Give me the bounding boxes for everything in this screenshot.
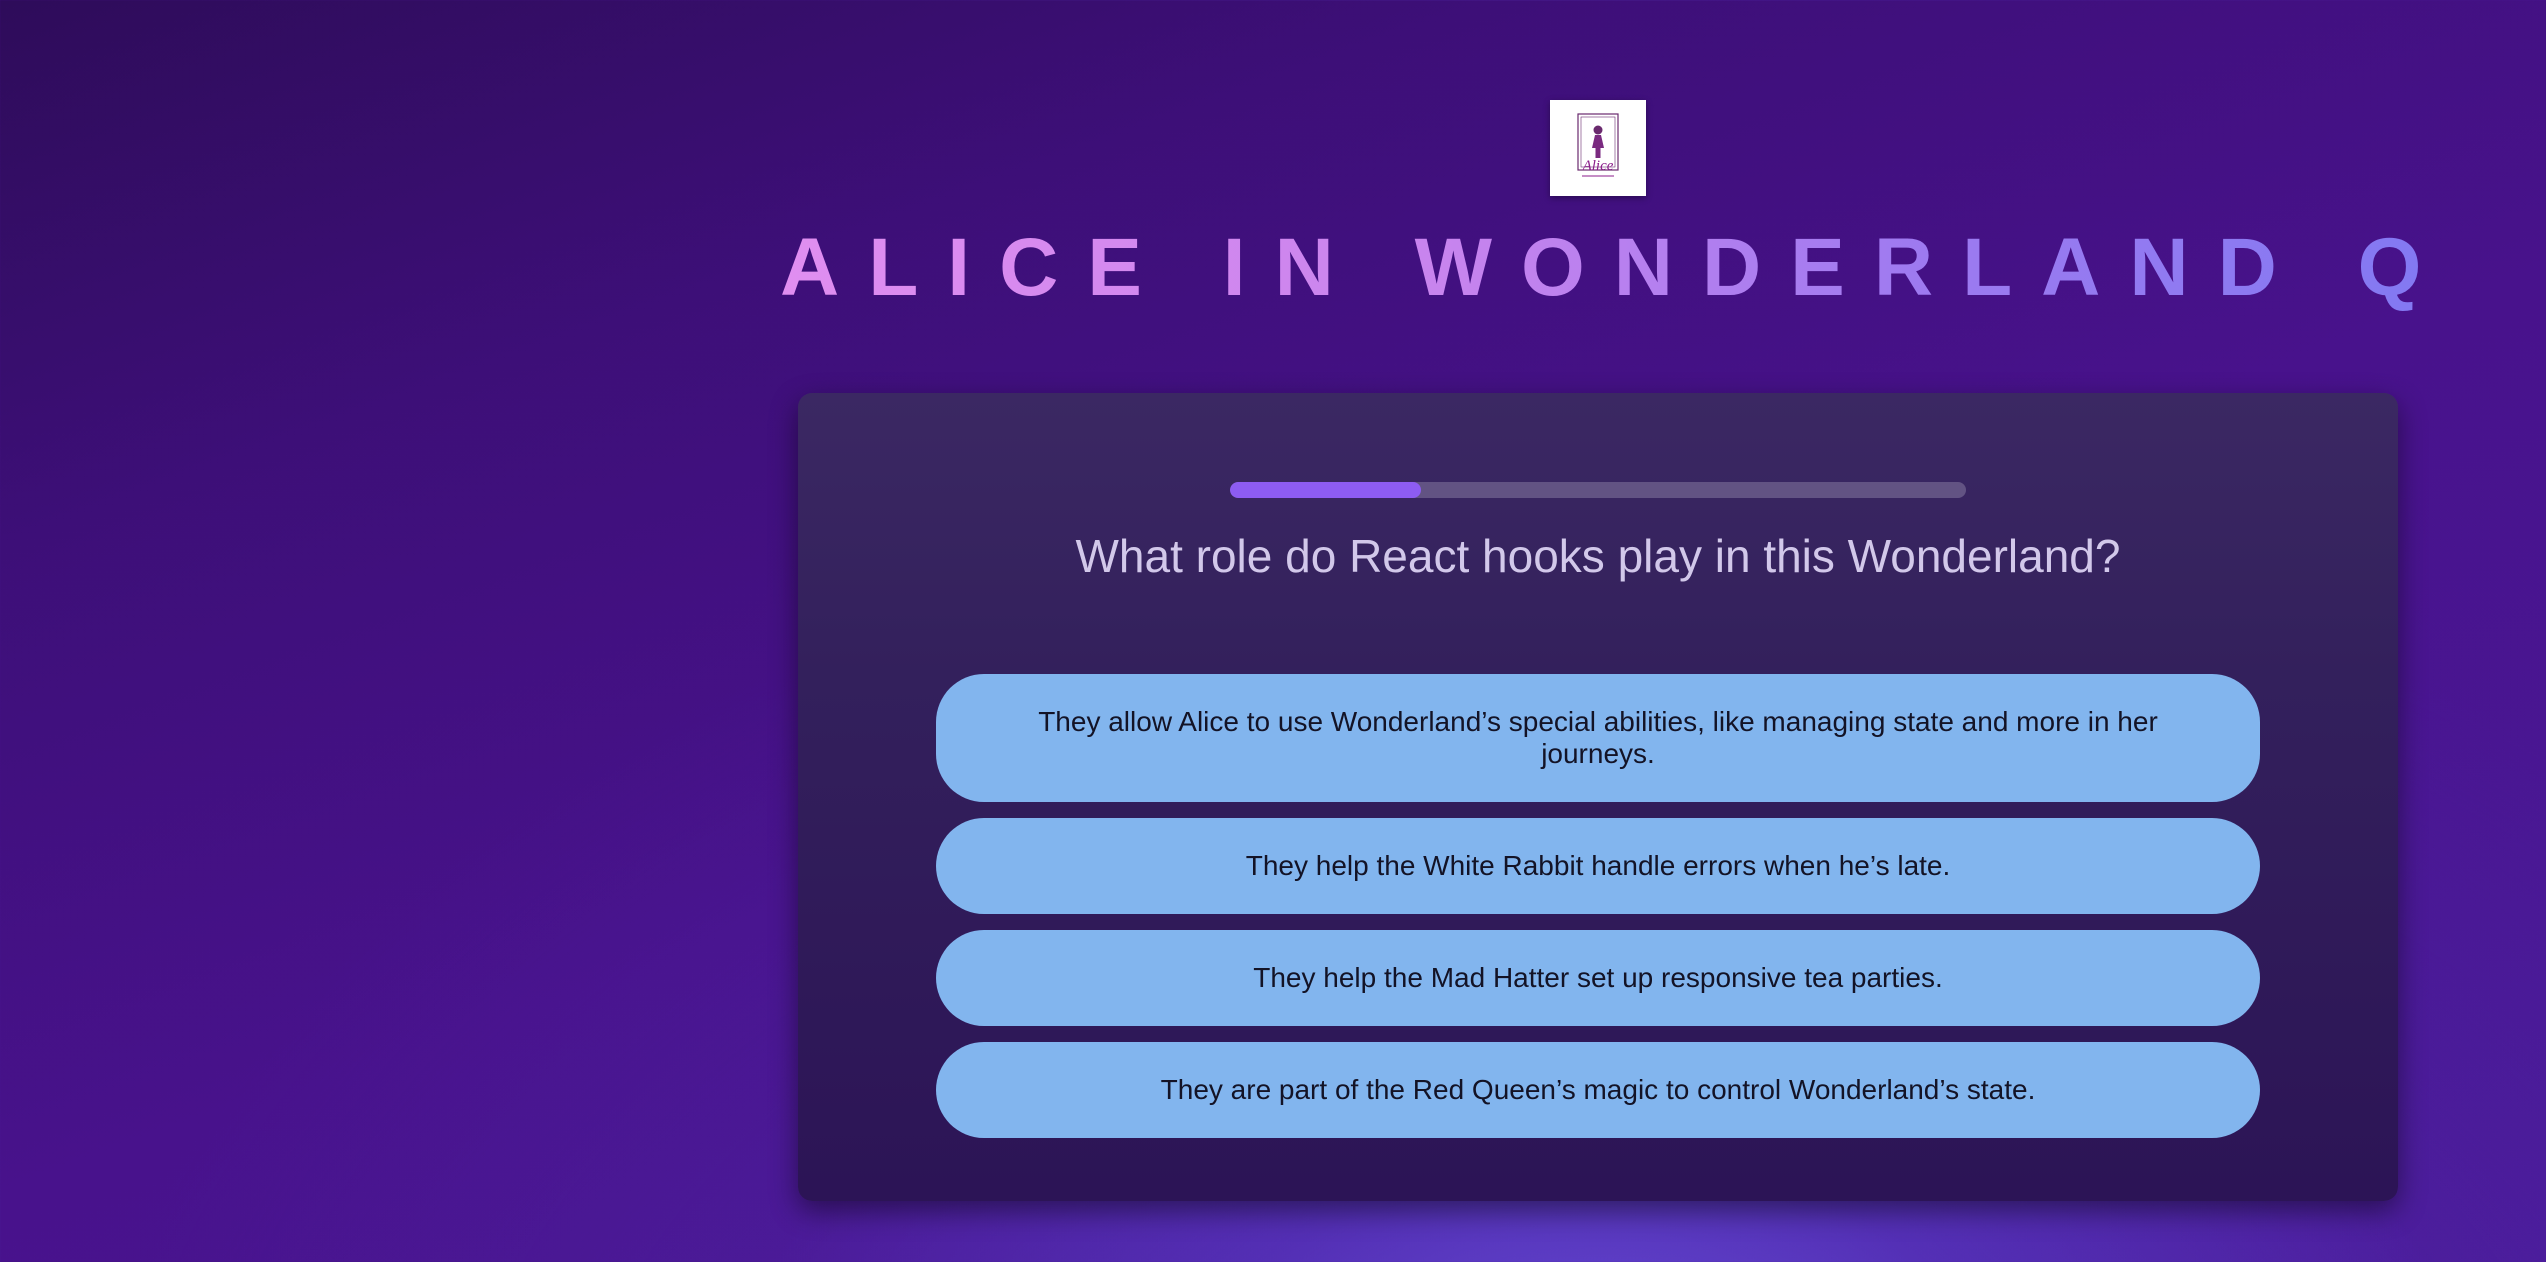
page-title: ALICE IN WONDERLAND QUIZ (780, 218, 2546, 318)
answer-option-1[interactable]: They allow Alice to use Wonderland’s spe… (936, 674, 2260, 802)
question-text: What role do React hooks play in this Wo… (1075, 530, 2121, 582)
answer-option-label: They allow Alice to use Wonderland’s spe… (1038, 706, 2158, 769)
svg-text:Alice: Alice (1582, 158, 1614, 174)
answer-option-2[interactable]: They help the White Rabbit handle errors… (936, 818, 2260, 914)
answer-option-label: They help the Mad Hatter set up responsi… (1253, 962, 1943, 993)
alice-logo-icon: Alice (1550, 100, 1646, 196)
answer-option-label: They are part of the Red Queen’s magic t… (1160, 1074, 2036, 1105)
quiz-card: What role do React hooks play in this Wo… (798, 393, 2398, 1201)
answer-option-3[interactable]: They help the Mad Hatter set up responsi… (936, 930, 2260, 1026)
answer-option-label: They help the White Rabbit handle errors… (1245, 850, 1951, 881)
answer-option-4[interactable]: They are part of the Red Queen’s magic t… (936, 1042, 2260, 1138)
progress-bar-fill (1230, 482, 1422, 498)
progress-bar (1230, 482, 1966, 498)
